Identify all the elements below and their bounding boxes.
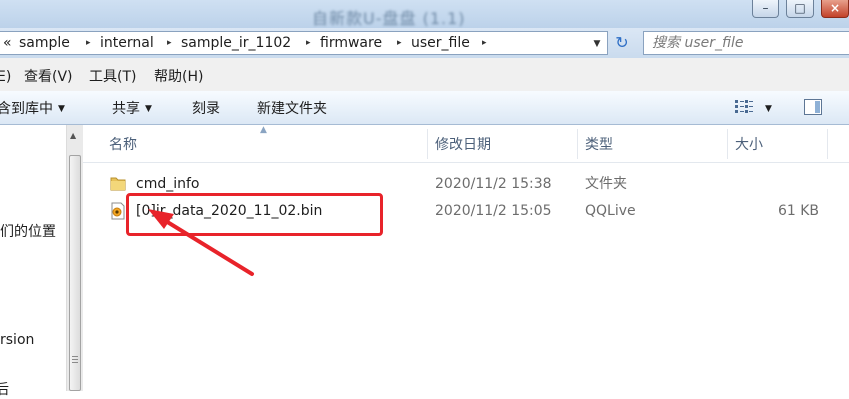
view-options-icon[interactable]	[735, 100, 753, 114]
burn-button[interactable]: 刻录	[192, 100, 220, 118]
close-icon: ×	[829, 1, 841, 15]
search-box[interactable]	[643, 31, 849, 55]
breadcrumb-sample-ir-1102[interactable]: sample_ir_1102	[181, 34, 291, 52]
maximize-button[interactable]: □	[786, 0, 814, 18]
breadcrumb-separator-icon[interactable]: ▸	[306, 34, 311, 52]
preview-pane-icon[interactable]	[804, 99, 822, 115]
breadcrumb-sample[interactable]: sample	[19, 34, 70, 52]
minimize-icon: –	[762, 1, 769, 15]
refresh-icon[interactable]: ↻	[609, 32, 635, 54]
column-header-name[interactable]: 名称	[109, 136, 137, 154]
chevron-down-icon: ▼	[58, 104, 65, 114]
share-button[interactable]: 共享 ▼	[112, 100, 152, 118]
include-in-library-button[interactable]: 含到库中 ▼	[0, 100, 65, 118]
close-button[interactable]: ×	[821, 0, 849, 18]
address-bar[interactable]: « sample ▸ internal ▸ sample_ir_1102 ▸ f…	[0, 31, 608, 55]
breadcrumb-separator-icon[interactable]: ▸	[397, 34, 402, 52]
nav-item-recent-places[interactable]: 们的位置	[0, 223, 56, 241]
nav-scrollbar[interactable]: ▲	[66, 125, 83, 391]
file-size: 61 KB	[777, 203, 819, 219]
column-header-date[interactable]: 修改日期	[435, 136, 491, 154]
menu-view[interactable]: 查看(V)	[24, 68, 73, 86]
scroll-thumb[interactable]	[69, 155, 81, 391]
menu-tools[interactable]: 工具(T)	[89, 68, 136, 86]
breadcrumb-separator-icon[interactable]: ▸	[86, 34, 91, 52]
breadcrumb-separator-icon[interactable]: ▸	[482, 34, 487, 52]
menu-help[interactable]: 帮助(H)	[154, 68, 203, 86]
window-title: 自新款U-盘盘 (1.1)	[312, 9, 466, 28]
breadcrumb-internal[interactable]: internal	[100, 34, 154, 52]
column-divider[interactable]	[427, 129, 428, 159]
column-header-size[interactable]: 大小	[735, 136, 763, 154]
maximize-icon: □	[794, 1, 806, 15]
file-type: 文件夹	[585, 176, 627, 192]
menu-edit[interactable]: E)	[0, 68, 11, 86]
scroll-up-icon[interactable]: ▲	[70, 131, 76, 140]
nav-item-version[interactable]: rsion	[0, 331, 34, 349]
menu-bar: E) 查看(V) 工具(T) 帮助(H)	[0, 58, 849, 94]
search-input[interactable]	[652, 34, 840, 52]
column-divider[interactable]	[577, 129, 578, 159]
include-in-library-label: 含到库中	[0, 101, 53, 117]
new-folder-button[interactable]: 新建文件夹	[257, 100, 327, 118]
breadcrumb-user-file[interactable]: user_file	[411, 34, 470, 52]
navigation-pane: 们的位置 rsion 后	[0, 125, 66, 398]
sort-ascending-icon: ▲	[260, 125, 267, 135]
breadcrumb-overflow-button[interactable]: «	[3, 34, 12, 52]
folder-icon	[110, 177, 126, 191]
scroll-grip-icon	[72, 356, 78, 364]
title-bar: 自新款U-盘盘 (1.1) – □ ×	[0, 0, 849, 28]
file-date: 2020/11/2 15:38	[435, 176, 552, 192]
address-row: « sample ▸ internal ▸ sample_ir_1102 ▸ f…	[0, 28, 849, 58]
column-header-row: ▲ 名称 修改日期 类型 大小	[83, 125, 849, 163]
chevron-down-icon: ▼	[145, 104, 152, 114]
address-dropdown-icon[interactable]: ▼	[588, 35, 606, 53]
breadcrumb-separator-icon[interactable]: ▸	[167, 34, 172, 52]
file-type: QQLive	[585, 203, 636, 219]
nav-item-partial[interactable]: 后	[0, 381, 9, 399]
file-date: 2020/11/2 15:05	[435, 203, 552, 219]
file-name[interactable]: cmd_info	[136, 175, 199, 193]
minimize-button[interactable]: –	[752, 0, 779, 18]
column-divider[interactable]	[827, 129, 828, 159]
annotation-arrow-icon	[148, 209, 254, 276]
column-header-type[interactable]: 类型	[585, 136, 613, 154]
share-label: 共享	[112, 101, 140, 117]
qqlive-file-icon	[111, 202, 125, 220]
column-divider[interactable]	[727, 129, 728, 159]
view-dropdown-icon[interactable]: ▼	[765, 100, 772, 118]
command-bar: 含到库中 ▼ 共享 ▼ 刻录 新建文件夹 ▼	[0, 91, 849, 125]
breadcrumb-firmware[interactable]: firmware	[320, 34, 382, 52]
